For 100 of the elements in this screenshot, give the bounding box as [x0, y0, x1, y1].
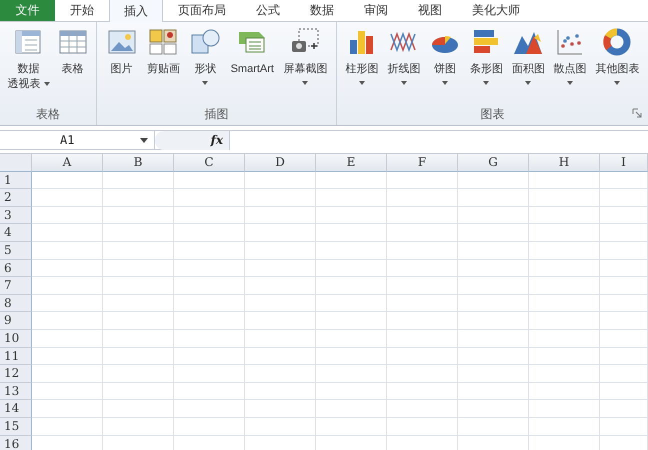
dropdown-caret-icon[interactable] — [140, 138, 148, 142]
spreadsheet-cell[interactable] — [387, 330, 458, 348]
spreadsheet-cell[interactable] — [316, 172, 387, 190]
spreadsheet-cell[interactable] — [32, 172, 103, 190]
row-header[interactable]: 9 — [0, 312, 32, 330]
spreadsheet-cell[interactable] — [103, 330, 174, 348]
spreadsheet-cell[interactable] — [458, 260, 529, 278]
ribbon-tab[interactable]: 数据 — [295, 0, 349, 21]
spreadsheet-cell[interactable] — [529, 348, 600, 366]
spreadsheet-cell[interactable] — [387, 277, 458, 295]
spreadsheet-cell[interactable] — [458, 348, 529, 366]
spreadsheet-cell[interactable] — [387, 294, 458, 312]
spreadsheet-cell[interactable] — [529, 294, 600, 312]
spreadsheet-cell[interactable] — [316, 330, 387, 348]
row-header[interactable]: 1 — [0, 172, 32, 190]
spreadsheet-cell[interactable] — [174, 348, 245, 366]
spreadsheet-cell[interactable] — [174, 172, 245, 190]
column-header[interactable]: F — [387, 154, 458, 172]
row-header[interactable]: 15 — [0, 418, 32, 436]
spreadsheet-cell[interactable] — [32, 260, 103, 278]
spreadsheet-cell[interactable] — [245, 224, 316, 242]
spreadsheet-cell[interactable] — [529, 418, 600, 436]
ribbon-button[interactable]: 柱形图 — [344, 22, 380, 104]
spreadsheet-cell[interactable] — [600, 330, 648, 348]
spreadsheet-cell[interactable] — [103, 224, 174, 242]
spreadsheet-cell[interactable] — [387, 242, 458, 260]
spreadsheet-cell[interactable] — [600, 418, 648, 436]
spreadsheet-cell[interactable] — [529, 436, 600, 450]
spreadsheet-cell[interactable] — [174, 277, 245, 295]
spreadsheet-cell[interactable] — [174, 206, 245, 224]
spreadsheet-cell[interactable] — [245, 330, 316, 348]
spreadsheet-cell[interactable] — [600, 277, 648, 295]
file-tab[interactable]: 文件 — [0, 0, 55, 21]
spreadsheet-cell[interactable] — [600, 312, 648, 330]
spreadsheet-cell[interactable] — [174, 436, 245, 450]
spreadsheet-cell[interactable] — [103, 206, 174, 224]
spreadsheet-cell[interactable] — [600, 172, 648, 190]
dialog-launcher-icon[interactable] — [632, 108, 642, 118]
spreadsheet-cell[interactable] — [103, 382, 174, 400]
column-header[interactable]: D — [245, 154, 316, 172]
spreadsheet-cell[interactable] — [245, 242, 316, 260]
spreadsheet-cell[interactable] — [529, 330, 600, 348]
spreadsheet-cell[interactable] — [458, 330, 529, 348]
spreadsheet-cell[interactable] — [245, 260, 316, 278]
spreadsheet-cell[interactable] — [529, 312, 600, 330]
spreadsheet-cell[interactable] — [174, 330, 245, 348]
spreadsheet-cell[interactable] — [245, 172, 316, 190]
row-header[interactable]: 11 — [0, 348, 32, 366]
spreadsheet-cell[interactable] — [316, 400, 387, 418]
spreadsheet-cell[interactable] — [458, 242, 529, 260]
spreadsheet-cell[interactable] — [458, 206, 529, 224]
spreadsheet-cell[interactable] — [103, 294, 174, 312]
spreadsheet-cell[interactable] — [458, 277, 529, 295]
spreadsheet-cell[interactable] — [103, 436, 174, 450]
spreadsheet-cell[interactable] — [387, 400, 458, 418]
spreadsheet-cell[interactable] — [32, 418, 103, 436]
spreadsheet-cell[interactable] — [529, 172, 600, 190]
spreadsheet-cell[interactable] — [245, 189, 316, 207]
spreadsheet-cell[interactable] — [316, 418, 387, 436]
spreadsheet-cell[interactable] — [245, 277, 316, 295]
row-header[interactable]: 3 — [0, 206, 32, 224]
spreadsheet-cell[interactable] — [600, 382, 648, 400]
spreadsheet-cell[interactable] — [32, 436, 103, 450]
column-header[interactable]: H — [529, 154, 600, 172]
spreadsheet-cell[interactable] — [103, 348, 174, 366]
ribbon-tab[interactable]: 审阅 — [349, 0, 403, 21]
column-header[interactable]: A — [32, 154, 103, 172]
ribbon-button[interactable]: 面积图 — [510, 22, 546, 104]
spreadsheet-cell[interactable] — [245, 436, 316, 450]
ribbon-tab[interactable]: 美化大师 — [457, 0, 535, 21]
spreadsheet-cell[interactable] — [529, 206, 600, 224]
ribbon-tab[interactable]: 公式 — [241, 0, 295, 21]
ribbon-button[interactable]: 折线图 — [386, 22, 422, 104]
spreadsheet-cell[interactable] — [316, 436, 387, 450]
spreadsheet-cell[interactable] — [245, 206, 316, 224]
spreadsheet-cell[interactable] — [458, 418, 529, 436]
spreadsheet-cell[interactable] — [387, 312, 458, 330]
spreadsheet-cell[interactable] — [103, 189, 174, 207]
spreadsheet-cell[interactable] — [458, 294, 529, 312]
spreadsheet-cell[interactable] — [600, 206, 648, 224]
spreadsheet-cell[interactable] — [316, 382, 387, 400]
ribbon-button[interactable]: 数据 透视表 — [6, 22, 50, 104]
spreadsheet-cell[interactable] — [600, 365, 648, 383]
row-header[interactable]: 2 — [0, 189, 32, 207]
spreadsheet-cell[interactable] — [32, 277, 103, 295]
spreadsheet-cell[interactable] — [387, 418, 458, 436]
spreadsheet-cell[interactable] — [316, 277, 387, 295]
spreadsheet-cell[interactable] — [387, 382, 458, 400]
spreadsheet-cell[interactable] — [458, 382, 529, 400]
spreadsheet-cell[interactable] — [600, 242, 648, 260]
spreadsheet-cell[interactable] — [316, 312, 387, 330]
spreadsheet-cell[interactable] — [245, 400, 316, 418]
row-header[interactable]: 14 — [0, 400, 32, 418]
spreadsheet-cell[interactable] — [529, 260, 600, 278]
ribbon-button[interactable]: 剪贴画 — [146, 22, 181, 104]
spreadsheet-cell[interactable] — [458, 436, 529, 450]
spreadsheet-cell[interactable] — [245, 418, 316, 436]
spreadsheet-cell[interactable] — [32, 224, 103, 242]
spreadsheet-cell[interactable] — [32, 206, 103, 224]
spreadsheet-cell[interactable] — [458, 400, 529, 418]
